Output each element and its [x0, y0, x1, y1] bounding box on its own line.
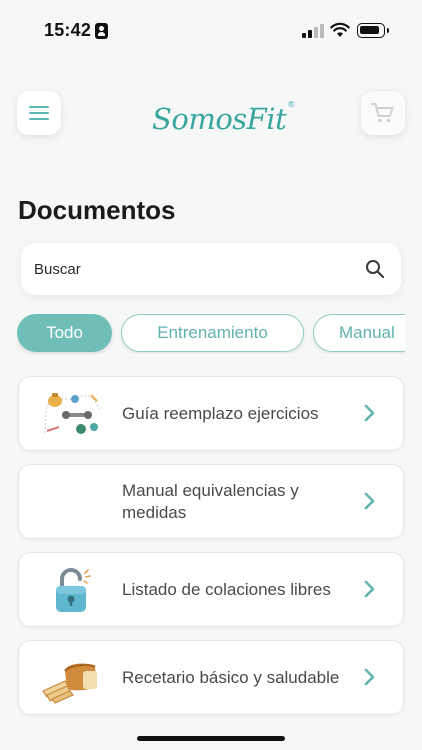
- wifi-icon: [330, 22, 350, 37]
- document-title: Listado de colaciones libres: [122, 579, 331, 599]
- document-title: Manual equivalencias y medidas: [122, 480, 299, 522]
- menu-button[interactable]: [17, 91, 61, 135]
- contact-card-icon: [95, 23, 108, 39]
- somosfit-logo: SomosFit ®: [152, 92, 295, 136]
- battery-icon: [357, 23, 389, 38]
- page-title: Documentos: [18, 195, 176, 225]
- logo-text: SomosFit: [152, 102, 287, 136]
- chevron-right-icon: [364, 580, 375, 598]
- padlock-icon: [56, 568, 91, 612]
- document-card[interactable]: Manual equivalencias y medidas: [18, 464, 404, 539]
- search-icon[interactable]: [365, 259, 385, 279]
- document-title: Guía reemplazo ejercicios: [122, 403, 319, 423]
- bread-loaf-icon: [42, 663, 97, 704]
- cart-icon: [371, 103, 394, 123]
- filter-chip-entrenamiento[interactable]: Entrenamiento: [121, 314, 304, 352]
- status-bar: 15:42: [0, 0, 422, 60]
- exercise-equipment-icon: [44, 393, 100, 434]
- document-title: Recetario básico y saludable: [122, 667, 340, 687]
- chevron-right-icon: [364, 404, 375, 422]
- cart-button[interactable]: [361, 91, 405, 135]
- status-time: 15:42: [44, 20, 92, 40]
- chevron-right-icon: [364, 492, 375, 510]
- cellular-signal-icon: [302, 24, 324, 38]
- home-indicator[interactable]: [137, 736, 285, 741]
- document-card[interactable]: Listado de colaciones libres: [18, 552, 404, 627]
- filter-chip-manual[interactable]: Manual: [313, 314, 405, 352]
- registered-mark: ®: [287, 100, 295, 109]
- chevron-right-icon: [364, 668, 375, 686]
- document-card[interactable]: Recetario básico y saludable: [18, 640, 404, 715]
- document-card[interactable]: Guía reemplazo ejercicios: [18, 376, 404, 451]
- search-input[interactable]: [34, 243, 354, 295]
- filter-chip-todo[interactable]: Todo: [17, 314, 112, 352]
- hamburger-icon: [29, 106, 49, 120]
- filter-chips: Todo Entrenamiento Manual: [17, 314, 405, 354]
- search-bar: [21, 243, 401, 295]
